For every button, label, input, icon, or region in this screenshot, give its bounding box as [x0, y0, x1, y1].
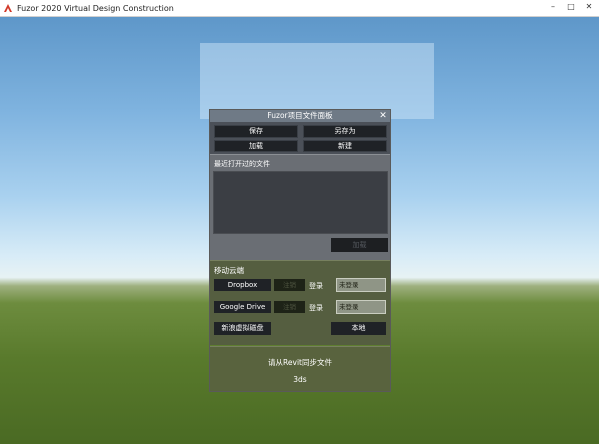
minimize-button[interactable]: –	[547, 1, 559, 13]
app-logo-icon	[4, 4, 12, 12]
window-title: Fuzor 2020 Virtual Design Construction	[17, 3, 174, 13]
file-actions: 保存 另存为 加载 新建	[210, 122, 390, 154]
panel-header: Fuzor项目文件面板 ✕	[210, 110, 390, 122]
dropbox-status-field: 未登录	[336, 278, 386, 292]
google-drive-status-field: 未登录	[336, 300, 386, 314]
revit-sync-message: 请从Revit同步文件	[268, 358, 332, 367]
dropbox-button[interactable]: Dropbox	[214, 279, 271, 291]
google-drive-logout-button[interactable]: 注销	[274, 301, 305, 313]
close-window-button[interactable]: ✕	[583, 1, 595, 13]
load-recent-button[interactable]: 加载	[331, 238, 388, 252]
load-button[interactable]: 加载	[214, 140, 298, 152]
sina-disk-button[interactable]: 新浪虚拟磁盘	[214, 322, 271, 335]
cloud-section: 移动云端 Dropbox 注销 登录 未登录 Google Drive 注销 登…	[210, 260, 390, 345]
recent-files-list[interactable]	[213, 171, 388, 234]
cloud-label: 移动云端	[214, 266, 244, 275]
save-button[interactable]: 保存	[214, 125, 298, 138]
window-controls: – □ ✕	[547, 1, 595, 13]
google-drive-login-label[interactable]: 登录	[309, 303, 323, 313]
save-as-button[interactable]: 另存为	[303, 125, 387, 138]
google-drive-button[interactable]: Google Drive	[214, 301, 271, 313]
local-button[interactable]: 本地	[331, 322, 386, 335]
viewport-haze	[200, 43, 434, 119]
sync-format-label: 3ds	[293, 375, 307, 384]
dropbox-login-label[interactable]: 登录	[309, 281, 323, 291]
new-button[interactable]: 新建	[303, 140, 387, 152]
maximize-button[interactable]: □	[565, 1, 577, 13]
recent-files-label: 最近打开过的文件	[214, 160, 270, 168]
project-file-panel: Fuzor项目文件面板 ✕ 保存 另存为 加载 新建 最近打开过的文件 加载 移…	[209, 109, 391, 392]
panel-title: Fuzor项目文件面板	[267, 111, 333, 120]
app-window: Fuzor 2020 Virtual Design Construction –…	[0, 0, 599, 444]
revit-sync-section: 请从Revit同步文件 3ds	[210, 346, 390, 391]
panel-close-icon[interactable]: ✕	[378, 110, 388, 122]
dropbox-logout-button[interactable]: 注销	[274, 279, 305, 291]
recent-files-section: 最近打开过的文件 加载	[210, 154, 390, 260]
title-bar: Fuzor 2020 Virtual Design Construction –…	[0, 0, 599, 17]
